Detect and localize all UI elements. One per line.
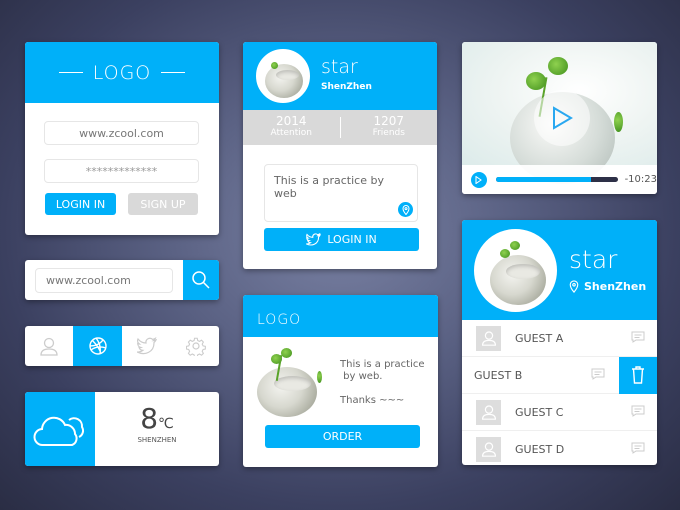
location-pin-icon [401, 204, 410, 215]
twitter-login-button[interactable]: LOGIN IN [264, 228, 419, 251]
guest-avatar [476, 325, 501, 351]
profile-city: ShenZhen [321, 82, 372, 92]
product-image [257, 345, 327, 417]
trash-icon [632, 366, 644, 384]
friends-card: star ShenZhen GUEST A GUEST B GUEST C GUEST… [462, 220, 657, 465]
guest-name: GUEST C [515, 405, 564, 419]
username-input[interactable]: www.zcool.com [44, 121, 199, 145]
profile-header: star ShenZhen [243, 42, 437, 110]
avatar [256, 49, 310, 103]
dribbble-icon [88, 337, 107, 355]
stat-value: 1207 [373, 114, 405, 128]
search-button[interactable] [183, 260, 219, 300]
gear-icon [185, 337, 206, 356]
password-input[interactable]: ************* [44, 159, 199, 183]
tab-settings[interactable] [172, 326, 219, 366]
guest-row[interactable]: GUEST C [462, 394, 657, 431]
search-input[interactable]: www.zcool.com [35, 268, 173, 293]
guest-avatar [476, 399, 501, 425]
login-header: LOGO [25, 42, 219, 103]
signup-button[interactable]: SIGN UP [128, 193, 198, 215]
product-text: by web. [340, 371, 383, 382]
tab-user[interactable] [25, 326, 73, 366]
chat-icon[interactable] [631, 405, 645, 417]
user-icon [481, 331, 496, 346]
tab-twitter[interactable] [122, 326, 172, 366]
time-remaining: -10:23 [624, 174, 657, 185]
login-card: LOGO www.zcool.com ************* LOGIN I… [25, 42, 219, 235]
stat-label: Attention [270, 128, 313, 138]
product-thanks: Thanks ~~~ [340, 395, 405, 406]
friends-city: ShenZhen [584, 280, 647, 293]
twitter-icon [306, 233, 322, 246]
friends-name: star [569, 245, 618, 274]
message-text: This is a practice by web [274, 174, 384, 200]
profile-name: star [321, 56, 358, 78]
progress-fill [495, 177, 591, 182]
user-icon [40, 337, 58, 356]
order-button[interactable]: ORDER [265, 425, 420, 448]
location-pin-icon [569, 280, 579, 293]
weather-icon-panel [25, 392, 95, 466]
search-icon [192, 271, 210, 289]
progress-bar[interactable] [495, 177, 618, 182]
stat-friends: 1207 Friends [341, 110, 438, 145]
play-icon [553, 106, 573, 130]
play-button[interactable] [471, 171, 487, 188]
twitter-icon [137, 337, 157, 355]
divider [161, 71, 186, 74]
stats-band: 2014 Attention 1207 Friends [243, 110, 437, 145]
temperature: 8 [140, 402, 159, 435]
product-text: This is a practice [340, 359, 425, 370]
stat-label: Friends [372, 128, 405, 138]
delete-button[interactable] [619, 356, 657, 394]
video-controls: -10:23 [462, 165, 657, 194]
divider [58, 71, 83, 74]
search-bar: www.zcool.com [25, 260, 219, 300]
stat-attention: 2014 Attention [243, 110, 340, 145]
logo: LOGO [92, 61, 152, 84]
logo: LOGO [257, 312, 302, 328]
video-player: -10:23 [462, 42, 657, 194]
chat-icon[interactable] [631, 442, 645, 454]
weather-city: SHENZHEN [137, 436, 177, 444]
guest-row[interactable]: GUEST A [462, 320, 657, 357]
guest-row[interactable]: GUEST D [462, 431, 657, 465]
icon-tabs [25, 326, 219, 366]
user-icon [481, 442, 496, 457]
guest-name: GUEST B [474, 368, 523, 382]
video-frame [462, 42, 657, 184]
chat-icon[interactable] [631, 331, 645, 343]
guest-name: GUEST D [515, 442, 565, 456]
chat-icon[interactable] [591, 368, 605, 380]
play-overlay-button[interactable] [534, 90, 590, 146]
user-icon [481, 405, 496, 420]
play-icon [475, 175, 483, 184]
guest-avatar [476, 436, 501, 462]
cloud-icon [33, 416, 85, 446]
product-header: LOGO [243, 295, 438, 337]
message-textarea[interactable]: This is a practice by web [264, 164, 418, 222]
login-button[interactable]: LOGIN IN [45, 193, 116, 215]
guest-row[interactable]: GUEST B [462, 356, 657, 394]
avatar [474, 229, 557, 312]
location-button[interactable] [398, 202, 413, 217]
temperature-unit: ℃ [158, 416, 174, 432]
tab-dribbble[interactable] [73, 326, 122, 366]
login-label: LOGIN IN [327, 233, 377, 246]
friends-header: star ShenZhen [462, 220, 657, 320]
profile-card: star ShenZhen 2014 Attention 1207 Friend… [243, 42, 437, 269]
guest-name: GUEST A [515, 331, 564, 345]
stat-value: 2014 [275, 114, 307, 128]
weather-widget: 8℃ SHENZHEN [25, 392, 219, 466]
product-card: LOGO This is a practice by web. Thanks ~… [243, 295, 438, 467]
